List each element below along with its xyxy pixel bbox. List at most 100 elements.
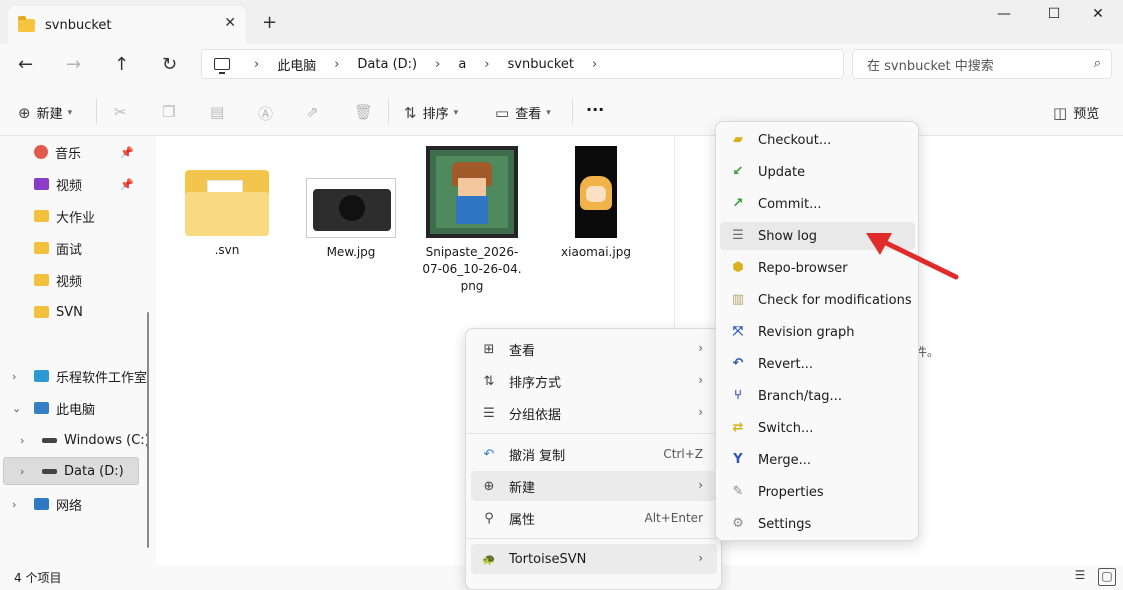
repo-browser-icon: ⬢ [732,260,744,275]
menu-item-tortoisesvn[interactable]: 🐢 TortoiseSVN › [471,544,717,574]
clipboard-icon: ▤ [210,103,225,121]
svn-checkout[interactable]: ▰ Checkout... [720,126,915,154]
minimize-button[interactable]: — [984,6,1024,30]
breadcrumb-item[interactable]: svnbucket [508,57,575,72]
file-item[interactable]: Mew.jpg [301,146,401,261]
svn-revision-graph[interactable]: ⤧ Revision graph [720,318,915,346]
menu-item-label: Properties [758,484,824,500]
up-button[interactable]: ↑ [114,54,129,75]
menu-item-label: TortoiseSVN [509,551,587,567]
tiles-view-icon[interactable]: ▢ [1098,568,1116,586]
sidebar-item-folder[interactable]: SVN [0,298,150,326]
chevron-right-icon: › [698,478,703,492]
menu-item-label: 排序方式 [509,375,562,391]
undo-icon: ↶ [483,446,495,462]
sidebar-item-music[interactable]: 音乐 📌 [0,138,150,166]
menu-item-label: Commit... [758,196,822,212]
sort-label: 排序 [422,107,449,122]
svn-properties[interactable]: ✎ Properties [720,478,915,506]
menu-item-properties[interactable]: ⚲ 属性 Alt+Enter [471,503,717,533]
share-button[interactable]: ⇗ [306,103,325,121]
sidebar-item-label: 网络 [56,498,83,514]
back-button[interactable]: ← [18,54,33,75]
search-input[interactable]: 在 svnbucket 中搜索 ⌕ [852,49,1112,79]
sidebar-item-this-pc[interactable]: ⌄ 此电脑 [0,394,150,422]
view-icon: ▭ [495,103,510,122]
new-tab-button[interactable]: + [262,12,277,33]
svn-switch[interactable]: ⇄ Switch... [720,414,915,442]
chevron-down-icon[interactable]: ⌄ [12,402,21,415]
svn-check-modifications[interactable]: ▥ Check for modifications [720,286,915,314]
copy-button[interactable]: ❐ [162,103,181,121]
wrench-icon: ⚲ [484,510,494,526]
file-item[interactable]: .svn [177,150,277,259]
new-label: 新建 [36,107,63,122]
menu-item-label: Check for modifications [758,292,912,308]
refresh-button[interactable]: ↻ [162,54,177,75]
drive-icon [42,468,57,474]
rename-button[interactable]: Ⓐ [258,103,279,124]
menu-item-label: Repo-browser [758,260,848,276]
menu-item-group-by[interactable]: ☰ 分组依据 › [471,398,717,428]
chevron-right-icon: › [698,373,703,387]
breadcrumb-item[interactable]: Data (D:) [357,57,417,72]
chevron-right-icon[interactable]: › [12,370,16,383]
sidebar-item-cloud[interactable]: › 乐程软件工作室 [0,362,150,390]
settings-icon: ⚙ [732,516,744,531]
details-view-icon[interactable]: ☰ [1071,568,1089,586]
tortoise-icon: 🐢 [482,552,496,566]
breadcrumb-item[interactable]: 此电脑 [277,55,316,74]
tab-svnbucket[interactable]: svnbucket ✕ [8,6,246,44]
svn-settings[interactable]: ⚙ Settings [720,510,915,538]
sort-button[interactable]: ⇅ 排序 ▾ [404,103,458,123]
svn-revert[interactable]: ↶ Revert... [720,350,915,378]
svn-update[interactable]: ↙ Update [720,158,915,186]
update-icon: ↙ [732,164,744,179]
sidebar-item-folder[interactable]: 大作业 [0,202,150,230]
new-button[interactable]: ⊕ 新建 ▾ [18,103,72,123]
view-button[interactable]: ▭ 查看 ▾ [495,103,551,123]
delete-button[interactable]: 🗑 [354,103,379,121]
chevron-right-icon[interactable]: › [20,434,24,447]
svn-merge[interactable]: Y Merge... [720,446,915,474]
folder-icon [34,306,49,318]
chevron-right-icon[interactable]: › [20,465,24,478]
sidebar-item-label: 音乐 [55,146,82,162]
menu-item-label: Show log [758,228,818,244]
cut-button[interactable]: ✂ [114,103,133,121]
menu-item-label: 新建 [509,480,536,496]
network-icon [34,498,49,510]
preview-button[interactable]: ◫ 预览 [1053,103,1099,123]
file-item[interactable]: Snipaste_2026-07-06_10-26-04.png [422,146,522,295]
menu-item-new[interactable]: ⊕ 新建 › [471,471,717,501]
sidebar-item-network[interactable]: › 网络 [0,490,150,518]
chevron-down-icon: ▾ [546,107,551,118]
breadcrumb-item[interactable]: a [458,57,466,72]
sidebar-item-folder[interactable]: 面试 [0,234,150,262]
sort-icon: ⇅ [404,103,417,122]
svn-commit[interactable]: ↗ Commit... [720,190,915,218]
sidebar-item-video[interactable]: 视频 📌 [0,170,150,198]
sidebar-item-windows-c[interactable]: › Windows (C:) [0,426,150,454]
menu-item-view[interactable]: ⊞ 查看 › [471,334,717,364]
divider [388,98,389,124]
close-window-button[interactable]: ✕ [1078,6,1118,30]
rename-icon: Ⓐ [258,105,274,123]
paste-button[interactable]: ▤ [210,103,230,121]
sidebar-item-data-d[interactable]: › Data (D:) [3,457,139,485]
revert-icon: ↶ [732,356,744,371]
menu-item-undo-copy[interactable]: ↶ 撤消 复制 Ctrl+Z [471,439,717,469]
svn-branch-tag[interactable]: ⑂ Branch/tag... [720,382,915,410]
close-tab-icon[interactable]: ✕ [224,15,236,31]
more-options-button[interactable]: ··· [586,100,604,119]
folder-icon [34,242,49,254]
address-bar[interactable]: › 此电脑 › Data (D:) › a › svnbucket › [201,49,844,79]
file-item[interactable]: xiaomai.jpg [546,146,646,261]
sidebar-item-folder[interactable]: 视频 [0,266,150,294]
menu-item-sort-by[interactable]: ⇅ 排序方式 › [471,366,717,396]
forward-button[interactable]: → [66,54,81,75]
folder-icon [18,15,35,32]
sidebar-scrollbar[interactable] [147,312,149,548]
chevron-right-icon[interactable]: › [12,498,16,511]
maximize-button[interactable]: ☐ [1034,6,1074,30]
